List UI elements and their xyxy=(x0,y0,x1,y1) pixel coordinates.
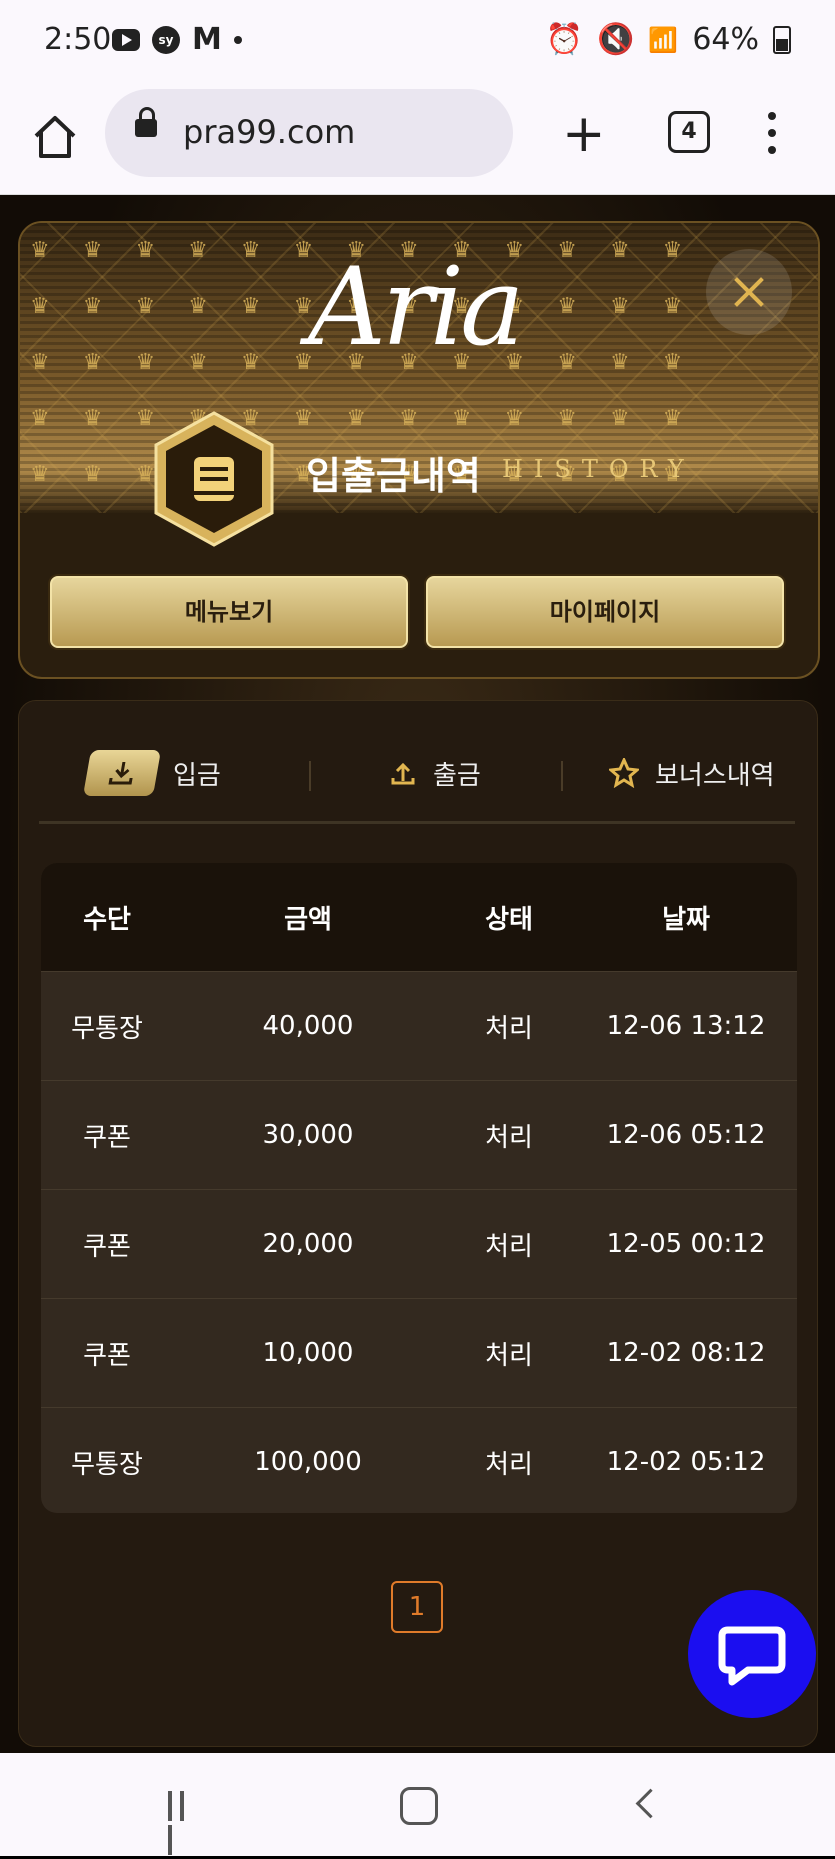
tab-divider xyxy=(309,761,311,791)
web-page: ♛♛♛♛♛♛♛♛♛♛♛♛♛ ♛♛♛♛♛♛♛♛♛♛♛♛♛ ♛♛♛♛♛♛♛♛♛♛♛♛… xyxy=(0,195,835,1753)
download-icon xyxy=(82,750,162,796)
home-nav-icon[interactable] xyxy=(400,1787,438,1825)
method-cell: 쿠폰 xyxy=(83,1340,131,1371)
tab-switcher-button[interactable]: 4 xyxy=(668,111,710,153)
notification-icons: sy M xyxy=(112,22,242,57)
column-header: 상태 xyxy=(485,904,533,935)
column-header: 수단 xyxy=(83,904,131,935)
history-header-panel: ♛♛♛♛♛♛♛♛♛♛♛♛♛ ♛♛♛♛♛♛♛♛♛♛♛♛♛ ♛♛♛♛♛♛♛♛♛♛♛♛… xyxy=(18,221,820,679)
table-row: 쿠폰 10,000 처리 12-02 08:12 xyxy=(41,1298,797,1407)
book-icon xyxy=(154,411,274,547)
page-subtitle: HISTORY xyxy=(502,455,695,483)
method-cell: 쿠폰 xyxy=(83,1122,131,1153)
tab-deposit[interactable]: 입금 xyxy=(82,725,221,821)
youtube-icon xyxy=(112,29,140,51)
column-header: 날짜 xyxy=(662,904,710,935)
new-tab-icon[interactable]: + xyxy=(562,108,606,160)
history-table: 수단 금액 상태 날짜 무통장 40,000 처리 12-06 13:12 쿠폰… xyxy=(41,863,797,1513)
url-text: pra99.com xyxy=(183,113,356,151)
table-row: 무통장 40,000 처리 12-06 13:12 xyxy=(41,971,797,1080)
table-header: 수단 금액 상태 날짜 xyxy=(41,863,797,971)
tab-bonus-label: 보너스내역 xyxy=(655,760,775,791)
history-card: 입금 출금 보너스내역 수단 금액 상태 날짜 무통장 40,000 처리 12… xyxy=(18,700,818,1747)
amount-cell: 30,000 xyxy=(262,1120,354,1150)
browser-toolbar: pra99.com + 4 xyxy=(0,84,835,195)
date-cell: 12-06 05:12 xyxy=(606,1120,766,1150)
table-row: 쿠폰 30,000 처리 12-06 05:12 xyxy=(41,1080,797,1189)
amount-cell: 20,000 xyxy=(262,1229,354,1259)
mute-icon: 🔇 xyxy=(597,22,635,57)
status-bar: 2:50 sy M ⏰ 🔇 📶 64% xyxy=(0,0,835,84)
date-cell: 12-02 05:12 xyxy=(606,1447,766,1477)
battery-icon xyxy=(773,25,791,54)
sy-app-icon: sy xyxy=(152,26,180,54)
date-cell: 12-05 00:12 xyxy=(606,1229,766,1259)
status-cell: 처리 xyxy=(485,1449,533,1480)
alarm-icon: ⏰ xyxy=(545,22,584,57)
recent-apps-icon[interactable] xyxy=(168,1791,202,1855)
table-row: 무통장 100,000 처리 12-02 05:12 xyxy=(41,1407,797,1513)
menu-button[interactable]: 메뉴보기 xyxy=(50,576,408,648)
address-bar[interactable]: pra99.com xyxy=(105,89,513,177)
upload-icon xyxy=(391,762,415,785)
mypage-button[interactable]: 마이페이지 xyxy=(426,576,784,648)
column-header: 금액 xyxy=(284,904,332,935)
method-cell: 무통장 xyxy=(71,1013,143,1044)
close-icon[interactable] xyxy=(706,249,792,335)
history-tabs: 입금 출금 보너스내역 xyxy=(39,725,795,824)
tab-withdraw-label: 출금 xyxy=(433,760,481,791)
status-cell: 처리 xyxy=(485,1013,533,1044)
star-icon xyxy=(609,758,639,788)
chat-bubble-icon xyxy=(718,1626,786,1686)
page-title: 입출금내역 xyxy=(306,454,481,498)
tab-divider xyxy=(561,761,563,791)
table-row: 쿠폰 20,000 처리 12-05 00:12 xyxy=(41,1189,797,1298)
aria-logo: Aria xyxy=(308,245,525,370)
more-menu-icon[interactable] xyxy=(768,112,776,163)
tab-bonus[interactable]: 보너스내역 xyxy=(609,725,775,821)
amount-cell: 40,000 xyxy=(262,1011,354,1041)
tab-withdraw[interactable]: 출금 xyxy=(389,725,481,821)
lock-icon xyxy=(135,107,157,137)
more-notifications-icon xyxy=(233,36,242,44)
system-nav-bar xyxy=(0,1753,835,1856)
gmail-icon: M xyxy=(192,22,222,57)
page-button-1[interactable]: 1 xyxy=(391,1581,443,1633)
status-cell: 처리 xyxy=(485,1231,533,1262)
date-cell: 12-02 08:12 xyxy=(606,1338,766,1368)
battery-percent: 64% xyxy=(692,22,759,57)
home-icon[interactable] xyxy=(30,112,80,162)
amount-cell: 10,000 xyxy=(262,1338,354,1368)
tab-deposit-label: 입금 xyxy=(173,760,221,791)
wifi-icon: 📶 xyxy=(648,25,679,54)
chat-button[interactable] xyxy=(688,1590,816,1718)
system-icons: ⏰ 🔇 📶 64% xyxy=(546,22,791,57)
status-cell: 처리 xyxy=(485,1340,533,1371)
back-icon[interactable] xyxy=(635,1788,666,1819)
method-cell: 쿠폰 xyxy=(83,1231,131,1262)
status-cell: 처리 xyxy=(485,1122,533,1153)
date-cell: 12-06 13:12 xyxy=(606,1011,766,1041)
clock: 2:50 xyxy=(44,22,112,57)
amount-cell: 100,000 xyxy=(254,1447,362,1477)
method-cell: 무통장 xyxy=(71,1449,143,1480)
